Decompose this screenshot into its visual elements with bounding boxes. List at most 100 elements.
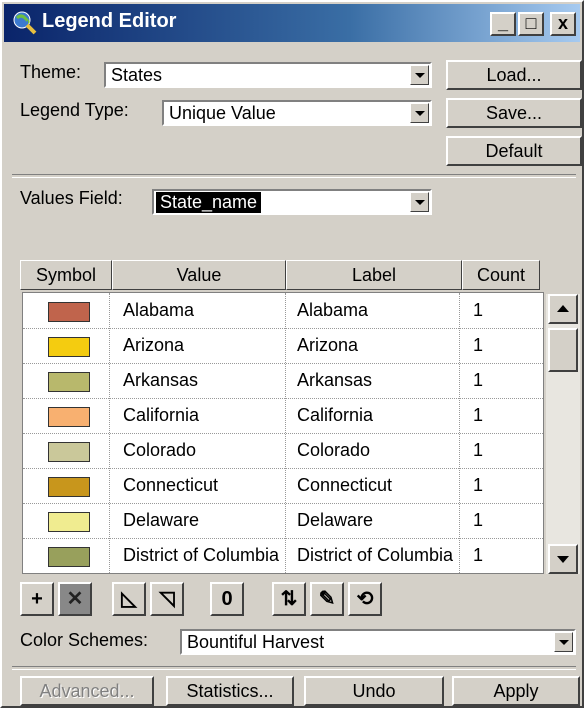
maximize-button[interactable]: □	[518, 12, 544, 36]
chevron-down-icon[interactable]	[410, 103, 429, 123]
load-button[interactable]: Load...	[446, 60, 582, 90]
delete-icon: ✕	[66, 588, 84, 610]
flip-symbols-icon: ⇅	[280, 588, 298, 610]
close-button[interactable]: x	[550, 12, 576, 36]
legend-type-label: Legend Type:	[20, 100, 129, 120]
column-header-count[interactable]: Count	[462, 260, 540, 290]
label-cell[interactable]: Arkansas	[297, 363, 455, 398]
table-row[interactable]: Arkansas Arkansas 1	[23, 363, 543, 399]
add-button[interactable]: +	[20, 582, 54, 616]
chevron-down-icon[interactable]	[554, 632, 573, 652]
flip-symbols-button[interactable]: ⇅	[272, 582, 306, 616]
value-cell[interactable]: Connecticut	[123, 468, 281, 503]
symbol-swatch[interactable]	[48, 302, 90, 322]
save-button[interactable]: Save...	[446, 98, 582, 128]
add-icon: +	[31, 588, 43, 610]
table-row[interactable]: California California 1	[23, 398, 543, 434]
symbol-swatch[interactable]	[48, 512, 90, 532]
arrow-up-icon	[557, 305, 569, 312]
table-row[interactable]: Connecticut Connecticut 1	[23, 468, 543, 504]
minimize-button[interactable]: _	[490, 12, 516, 36]
color-schemes-value: Bountiful Harvest	[187, 632, 325, 652]
delete-button[interactable]: ✕	[58, 582, 92, 616]
table-row[interactable]: Delaware Delaware 1	[23, 503, 543, 539]
column-header-label[interactable]: Label	[286, 260, 462, 290]
values-field-label: Values Field:	[20, 188, 123, 208]
value-cell[interactable]: Alabama	[123, 293, 281, 328]
count-cell[interactable]: 1	[473, 538, 533, 573]
color-schemes-select[interactable]: Bountiful Harvest	[180, 629, 576, 655]
symbol-properties-icon: ✎	[318, 588, 336, 610]
value-cell[interactable]: California	[123, 398, 281, 433]
value-cell[interactable]: Arizona	[123, 328, 281, 363]
table-row[interactable]: Alabama Alabama 1	[23, 293, 543, 329]
statistics-button[interactable]: Statistics...	[166, 676, 294, 706]
apply-button[interactable]: Apply	[452, 676, 580, 706]
table-row[interactable]: Arizona Arizona 1	[23, 328, 543, 364]
minimize-icon: _	[497, 13, 508, 33]
color-schemes-label: Color Schemes:	[20, 630, 149, 650]
symbol-swatch[interactable]	[48, 547, 90, 567]
null-value-icon: 0	[221, 588, 233, 610]
label-cell[interactable]: District of Columbia	[297, 538, 455, 573]
label-cell[interactable]: Delaware	[297, 503, 455, 538]
count-cell[interactable]: 1	[473, 328, 533, 363]
count-cell[interactable]: 1	[473, 468, 533, 503]
symbol-swatch[interactable]	[48, 477, 90, 497]
legend-table[interactable]: Alabama Alabama 1 Arizona Arizona 1 Arkansas Ar…	[22, 292, 544, 574]
sort-descending-icon: ◹	[159, 588, 175, 610]
scroll-thumb[interactable]	[548, 328, 578, 372]
count-cell[interactable]: 1	[473, 293, 533, 328]
table-row[interactable]: District of Columbia District of Columbia…	[23, 538, 543, 573]
label-cell[interactable]: Arizona	[297, 328, 455, 363]
maximize-icon: □	[525, 13, 537, 33]
count-cell[interactable]: 1	[473, 398, 533, 433]
column-header-symbol[interactable]: Symbol	[20, 260, 112, 290]
sort-ascending-button[interactable]: ◺	[112, 582, 146, 616]
advanced-button[interactable]: Advanced...	[20, 676, 154, 706]
legend-type-value: Unique Value	[169, 103, 276, 123]
legend-table-header: Symbol Value Label Count	[20, 260, 540, 290]
values-field-select[interactable]: State_name	[152, 189, 432, 215]
scroll-down-button[interactable]	[548, 544, 578, 574]
label-cell[interactable]: Connecticut	[297, 468, 455, 503]
value-cell[interactable]: District of Columbia	[123, 538, 281, 573]
chevron-down-icon[interactable]	[410, 65, 429, 85]
symbol-swatch[interactable]	[48, 407, 90, 427]
title-bar[interactable]: Legend Editor _ □ x	[4, 4, 580, 42]
count-cell[interactable]: 1	[473, 433, 533, 468]
symbol-reset-button[interactable]: ⟲	[348, 582, 382, 616]
null-value-button[interactable]: 0	[210, 582, 244, 616]
close-icon: x	[557, 13, 568, 33]
symbol-properties-button[interactable]: ✎	[310, 582, 344, 616]
symbol-swatch[interactable]	[48, 337, 90, 357]
legend-editor-window: Legend Editor _ □ x Theme: States Legend…	[0, 0, 584, 708]
symbol-swatch[interactable]	[48, 442, 90, 462]
value-cell[interactable]: Arkansas	[123, 363, 281, 398]
label-cell[interactable]: California	[297, 398, 455, 433]
values-field-value: State_name	[156, 192, 262, 213]
table-row[interactable]: Colorado Colorado 1	[23, 433, 543, 469]
label-cell[interactable]: Colorado	[297, 433, 455, 468]
label-cell[interactable]: Alabama	[297, 293, 455, 328]
window-title: Legend Editor	[42, 10, 177, 32]
count-cell[interactable]: 1	[473, 503, 533, 538]
divider	[12, 174, 576, 178]
undo-button[interactable]: Undo	[304, 676, 444, 706]
theme-value: States	[111, 65, 163, 85]
theme-select[interactable]: States	[104, 62, 432, 88]
vertical-scrollbar[interactable]	[546, 294, 580, 574]
divider	[12, 666, 576, 670]
chevron-down-icon[interactable]	[410, 192, 429, 212]
value-cell[interactable]: Delaware	[123, 503, 281, 538]
column-header-value[interactable]: Value	[112, 260, 286, 290]
symbol-swatch[interactable]	[48, 372, 90, 392]
scroll-up-button[interactable]	[548, 294, 578, 324]
default-button[interactable]: Default	[446, 136, 582, 166]
legend-type-select[interactable]: Unique Value	[162, 100, 432, 126]
value-cell[interactable]: Colorado	[123, 433, 281, 468]
symbol-reset-icon: ⟲	[356, 588, 374, 610]
count-cell[interactable]: 1	[473, 363, 533, 398]
theme-label: Theme:	[20, 62, 82, 82]
sort-descending-button[interactable]: ◹	[150, 582, 184, 616]
